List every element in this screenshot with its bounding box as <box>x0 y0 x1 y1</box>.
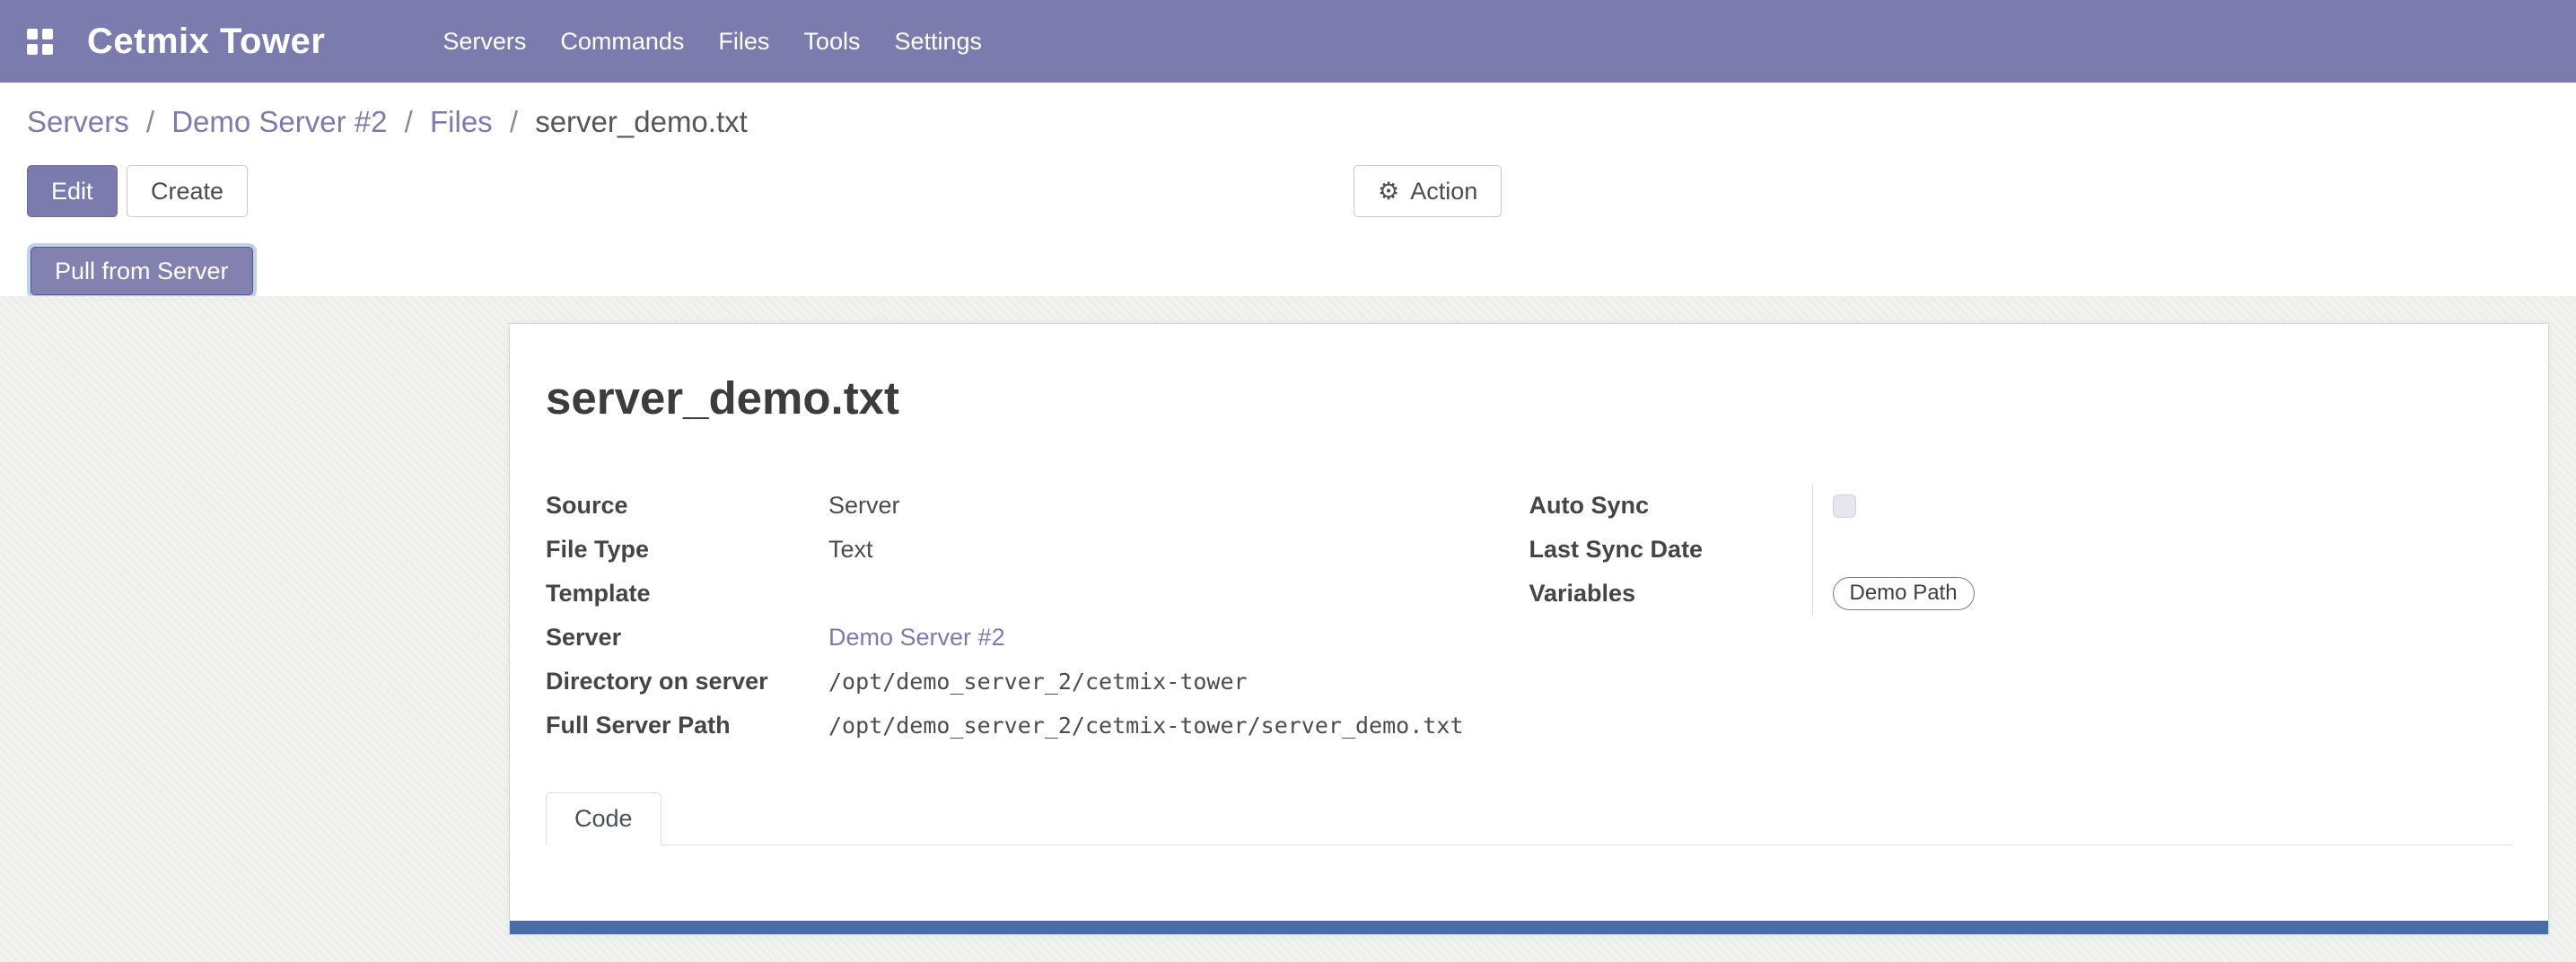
field-value-auto-sync <box>1812 484 2513 528</box>
apps-menu-icon[interactable] <box>27 29 53 55</box>
field-row-variables: Variables Demo Path <box>1529 572 2513 616</box>
pull-from-server-button[interactable]: Pull from Server <box>31 247 253 295</box>
field-label: Directory on server <box>546 667 828 696</box>
field-row-directory: Directory on server /opt/demo_server_2/c… <box>546 660 1529 704</box>
action-button-label: Action <box>1410 178 1477 206</box>
breadcrumb-separator: / <box>405 105 413 138</box>
field-value-source: Server <box>828 484 900 528</box>
form-column-right: Auto Sync Last Sync Date Variables Demo … <box>1529 484 2513 748</box>
breadcrumb: Servers / Demo Server #2 / Files / serve… <box>0 83 2576 142</box>
form-fields: Source Server File Type Text Template Se… <box>546 484 2512 748</box>
field-label: Source <box>546 491 828 520</box>
field-label: Variables <box>1529 579 1812 608</box>
field-row-file-type: File Type Text <box>546 528 1529 572</box>
field-value-file-type: Text <box>828 528 873 572</box>
nav-files[interactable]: Files <box>701 0 786 83</box>
code-editor-strip <box>510 921 2548 934</box>
main-menu: Servers Commands Files Tools Settings <box>425 0 999 83</box>
breadcrumb-files[interactable]: Files <box>430 105 493 138</box>
breadcrumb-separator: / <box>146 105 154 138</box>
nav-servers[interactable]: Servers <box>425 0 543 83</box>
control-panel: Servers / Demo Server #2 / Files / serve… <box>0 83 2576 311</box>
form-column-left: Source Server File Type Text Template Se… <box>546 484 1529 748</box>
field-row-template: Template <box>546 572 1529 616</box>
breadcrumb-current: server_demo.txt <box>535 105 748 138</box>
top-navbar: Cetmix Tower Servers Commands Files Tool… <box>0 0 2576 83</box>
app-brand[interactable]: Cetmix Tower <box>87 22 325 62</box>
nav-settings[interactable]: Settings <box>877 0 999 83</box>
create-button[interactable]: Create <box>127 165 248 217</box>
field-row-server: Server Demo Server #2 <box>546 616 1529 660</box>
field-label: Template <box>546 579 828 608</box>
content-area: server_demo.txt Source Server File Type … <box>0 296 2576 962</box>
field-value-full-path: /opt/demo_server_2/cetmix-tower/server_d… <box>828 704 1463 748</box>
field-value-directory: /opt/demo_server_2/cetmix-tower <box>828 660 1248 704</box>
field-row-full-path: Full Server Path /opt/demo_server_2/cetm… <box>546 704 1529 748</box>
form-sheet: server_demo.txt Source Server File Type … <box>509 323 2549 935</box>
field-label: Last Sync Date <box>1529 535 1812 564</box>
edit-button[interactable]: Edit <box>27 165 118 217</box>
tab-code[interactable]: Code <box>546 792 662 845</box>
breadcrumb-servers[interactable]: Servers <box>27 105 129 138</box>
field-row-source: Source Server <box>546 484 1529 528</box>
auto-sync-checkbox[interactable] <box>1833 494 1856 518</box>
record-title: server_demo.txt <box>546 374 2512 423</box>
field-label: File Type <box>546 535 828 564</box>
field-value-server-link[interactable]: Demo Server #2 <box>828 616 1005 660</box>
breadcrumb-separator: / <box>510 105 518 138</box>
object-buttons-row: Pull from Server <box>27 244 2549 298</box>
field-row-last-sync: Last Sync Date <box>1529 528 2513 572</box>
field-label: Server <box>546 623 828 652</box>
field-label: Full Server Path <box>546 711 828 740</box>
gear-icon: ⚙ <box>1378 178 1399 206</box>
field-label: Auto Sync <box>1529 491 1812 520</box>
field-value-last-sync <box>1812 528 2513 572</box>
variable-tag: Demo Path <box>1833 577 1975 610</box>
nav-tools[interactable]: Tools <box>786 0 877 83</box>
notebook-tabs: Code <box>546 792 2512 845</box>
control-panel-buttons: Edit Create ⚙ Action <box>27 165 2549 217</box>
field-value-variables: Demo Path <box>1812 572 2513 616</box>
field-row-auto-sync: Auto Sync <box>1529 484 2513 528</box>
nav-commands[interactable]: Commands <box>543 0 701 83</box>
breadcrumb-demo-server[interactable]: Demo Server #2 <box>171 105 387 138</box>
action-button[interactable]: ⚙ Action <box>1354 165 1502 217</box>
